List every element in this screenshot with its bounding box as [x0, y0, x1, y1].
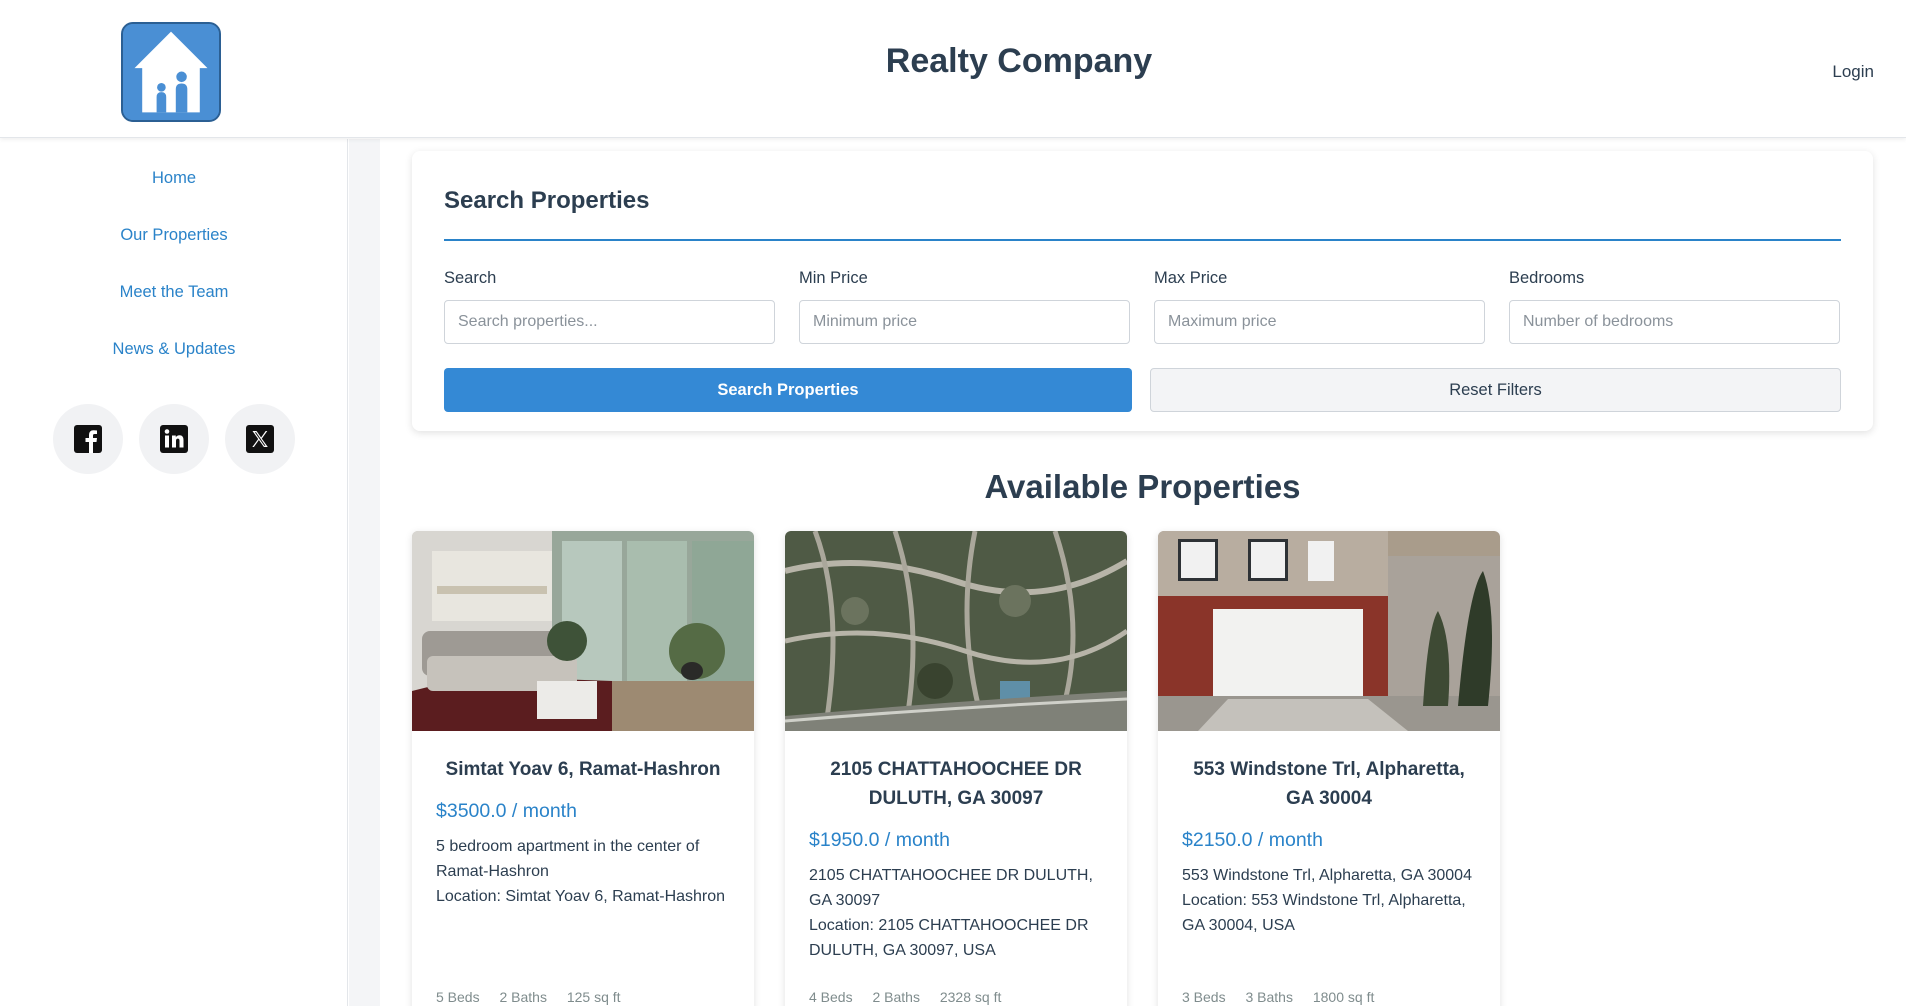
property-description: 5 bedroom apartment in the center of Ram…	[436, 838, 700, 880]
search-properties-button[interactable]: Search Properties	[444, 368, 1132, 412]
property-title[interactable]: Simtat Yoav 6, Ramat-Hashron	[436, 755, 730, 784]
property-card[interactable]: Simtat Yoav 6, Ramat-Hashron $3500.0 / m…	[412, 531, 754, 1006]
max-price-label: Max Price	[1154, 269, 1228, 287]
property-title[interactable]: 553 Windstone Trl, Alpharetta, GA 30004	[1182, 755, 1476, 813]
property-description: 2105 CHATTAHOOCHEE DR DULUTH, GA 30097	[809, 867, 1093, 909]
property-price: $2150.0 / month	[1182, 829, 1323, 851]
property-beds: 3 Beds	[1182, 989, 1226, 1005]
property-description: 553 Windstone Trl, Alpharetta, GA 30004	[1182, 867, 1472, 884]
min-price-input[interactable]	[799, 300, 1130, 344]
bedrooms-input[interactable]	[1509, 300, 1840, 344]
search-panel: Search Properties Search Min Price Max P…	[412, 151, 1873, 431]
property-location: Location: Simtat Yoav 6, Ramat-Hashron	[436, 888, 726, 905]
property-area: 2328 sq ft	[939, 989, 1002, 1005]
property-baths: 2 Baths	[872, 989, 920, 1005]
property-specs: 3 Beds 3 Baths 1800 sq ft	[1182, 989, 1390, 1005]
login-link[interactable]: Login	[1832, 62, 1874, 82]
linkedin-icon	[160, 425, 188, 453]
divider	[444, 239, 1841, 241]
reset-filters-button[interactable]: Reset Filters	[1150, 368, 1841, 412]
property-baths: 3 Baths	[1245, 989, 1293, 1005]
search-label: Search	[444, 269, 497, 287]
search-panel-title: Search Properties	[444, 187, 650, 214]
property-price: $3500.0 / month	[436, 800, 577, 822]
sidebar-item-meet-the-team[interactable]: Meet the Team	[0, 283, 348, 302]
facebook-link[interactable]	[53, 404, 123, 474]
facebook-icon	[74, 425, 102, 453]
bedrooms-label: Bedrooms	[1509, 269, 1585, 287]
property-beds: 5 Beds	[436, 989, 480, 1005]
sidebar-item-our-properties[interactable]: Our Properties	[0, 226, 348, 245]
property-card[interactable]: 2105 CHATTAHOOCHEE DR DULUTH, GA 30097 $…	[785, 531, 1127, 1006]
property-photo	[785, 531, 1127, 731]
sidebar-item-news-updates[interactable]: News & Updates	[0, 340, 348, 359]
property-location: Location: 553 Windstone Trl, Alpharetta,…	[1182, 892, 1466, 934]
property-specs: 5 Beds 2 Baths 125 sq ft	[436, 989, 637, 1005]
property-location: Location: 2105 CHATTAHOOCHEE DR DULUTH, …	[809, 917, 1089, 959]
sidebar-item-home[interactable]: Home	[0, 169, 348, 188]
site-header: Realty Company Login	[0, 0, 1906, 138]
property-price: $1950.0 / month	[809, 829, 950, 851]
property-title[interactable]: 2105 CHATTAHOOCHEE DR DULUTH, GA 30097	[809, 755, 1103, 813]
site-title: Realty Company	[885, 42, 1153, 80]
available-properties-heading: Available Properties	[984, 468, 1301, 505]
property-area: 125 sq ft	[566, 989, 621, 1005]
min-price-label: Min Price	[799, 269, 868, 287]
sidebar-gutter	[349, 139, 380, 1006]
property-card[interactable]: 553 Windstone Trl, Alpharetta, GA 30004 …	[1158, 531, 1500, 1006]
property-photo	[412, 531, 754, 731]
max-price-input[interactable]	[1154, 300, 1485, 344]
property-beds: 4 Beds	[809, 989, 853, 1005]
x-icon	[246, 425, 274, 453]
sidebar: Home Our Properties Meet the Team News &…	[0, 139, 348, 1006]
main-content: Search Properties Search Min Price Max P…	[380, 139, 1906, 1006]
property-baths: 2 Baths	[499, 989, 547, 1005]
x-link[interactable]	[225, 404, 295, 474]
property-photo	[1158, 531, 1500, 731]
linkedin-link[interactable]	[139, 404, 209, 474]
search-input[interactable]	[444, 300, 775, 344]
property-area: 1800 sq ft	[1312, 989, 1375, 1005]
property-specs: 4 Beds 2 Baths 2328 sq ft	[809, 989, 1017, 1005]
